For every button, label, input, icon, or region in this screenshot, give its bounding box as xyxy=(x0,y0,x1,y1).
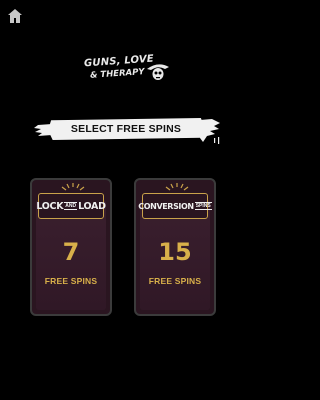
free-spins-label: FREE SPINS xyxy=(148,276,202,286)
option-title-suffix: SPINS xyxy=(194,202,212,210)
home-icon xyxy=(8,9,22,23)
option-title-box: LOCK AND LOAD xyxy=(36,193,106,219)
logo-subtitle: & THERAPY xyxy=(89,67,145,81)
option-title-part3: LOAD xyxy=(78,200,106,212)
option-title-part1: CONVERSION xyxy=(138,201,194,211)
free-spins-option-lock-and-load[interactable]: LOCK AND LOAD 7 FREE SPINS xyxy=(30,178,112,316)
game-logo: GUNS, LOVE & THERAPY xyxy=(78,52,174,92)
brush-smear xyxy=(200,119,220,144)
option-title-box: CONVERSION SPINS xyxy=(138,193,212,219)
free-spins-count: 7 xyxy=(62,238,80,266)
free-spins-count: 15 xyxy=(158,238,192,266)
skull-sombrero-icon xyxy=(147,64,169,80)
option-title-part2: AND xyxy=(64,202,78,210)
free-spins-option-conversion-spins[interactable]: CONVERSION SPINS 15 FREE SPINS xyxy=(134,178,216,316)
select-free-spins-banner: SELECT FREE SPINS xyxy=(48,118,204,140)
banner-title: SELECT FREE SPINS xyxy=(70,123,182,135)
home-button[interactable] xyxy=(6,7,24,25)
option-title-part1: LOCK xyxy=(36,200,64,212)
free-spins-label: FREE SPINS xyxy=(44,276,98,286)
